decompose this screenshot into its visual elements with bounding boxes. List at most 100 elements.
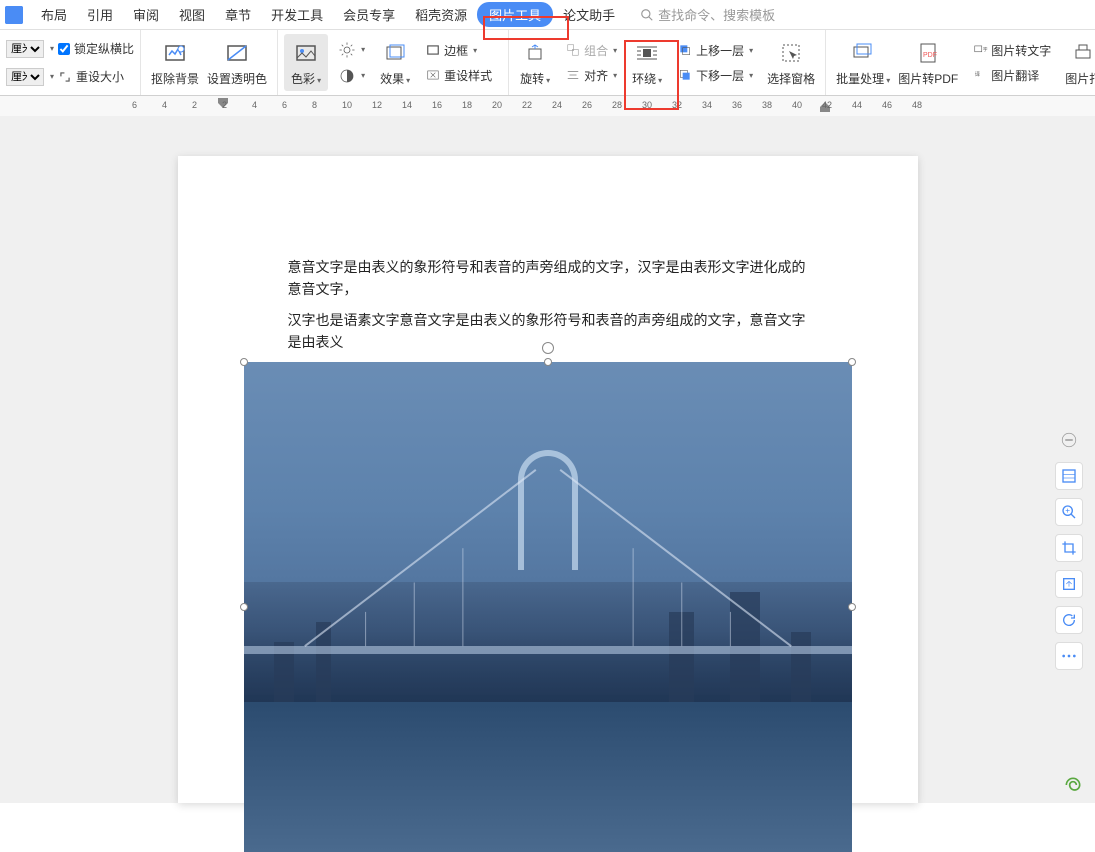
group-button[interactable]: 组合▾ [561, 40, 621, 61]
send-backward-button[interactable]: 下移一层▾ [673, 65, 757, 86]
img-to-text-button[interactable]: 字图片转文字 [968, 40, 1055, 61]
selection-pane-button[interactable]: 选择窗格 [763, 36, 819, 89]
side-crop-button[interactable] [1055, 534, 1083, 562]
print-icon [1071, 41, 1095, 65]
ruler-tick: 40 [792, 100, 802, 110]
chevron-down-icon: ▾ [749, 71, 753, 80]
align-button[interactable]: 对齐▾ [561, 65, 621, 86]
tab-bar: 布局 引用 审阅 视图 章节 开发工具 会员专享 稻壳资源 图片工具 论文助手 … [0, 0, 1095, 30]
contrast-button[interactable]: ▾ [334, 65, 369, 87]
svg-text:译: 译 [975, 70, 981, 78]
align-group-col: 组合▾ 对齐▾ [555, 40, 627, 86]
sun-icon [338, 41, 356, 59]
tab-resources[interactable]: 稻壳资源 [405, 1, 477, 28]
paragraph-line-1[interactable]: 意音文字是由表义的象形符号和表音的声旁组成的文字，汉字是由表形文字进化成的意音文… [288, 256, 808, 301]
ruler-tick: 28 [612, 100, 622, 110]
unit-select-2[interactable]: 厘米 [6, 68, 44, 86]
chevron-down-icon: ▾ [749, 46, 753, 55]
bridge-cables [244, 362, 852, 852]
tab-picture-tools[interactable]: 图片工具 [477, 2, 553, 27]
resize-handle-ml[interactable] [240, 603, 248, 611]
brightness-button[interactable]: ▾ [334, 39, 369, 61]
ruler-tick: 16 [432, 100, 442, 110]
chevron-down-icon: ▾ [361, 71, 365, 80]
ruler-tick: 32 [672, 100, 682, 110]
ruler-tick: 6 [132, 100, 137, 110]
inserted-image[interactable] [244, 362, 852, 852]
aurora-logo-icon [1063, 775, 1083, 795]
ribbon-group-process: 批量处理▾ PDF 图片转PDF 字图片转文字 译图片翻译 图片打 [826, 30, 1095, 95]
border-button[interactable]: 边框▾ [421, 40, 496, 61]
side-collapse-button[interactable] [1055, 426, 1083, 454]
tab-layout[interactable]: 布局 [31, 1, 77, 28]
ruler-tick: 42 [822, 100, 832, 110]
resize-handle-mr[interactable] [848, 603, 856, 611]
batch-process-button[interactable]: 批量处理▾ [832, 36, 894, 89]
resize-handle-tl[interactable] [240, 358, 248, 366]
ruler-tick: 30 [642, 100, 652, 110]
effects-button[interactable]: 效果▾ [375, 36, 415, 89]
remove-bg-button[interactable]: 抠除背景 [147, 36, 203, 89]
side-refresh-button[interactable] [1055, 606, 1083, 634]
color-icon [293, 41, 319, 65]
ruler-tick: 4 [162, 100, 167, 110]
tab-member[interactable]: 会员专享 [333, 1, 405, 28]
bring-forward-button[interactable]: 上移一层▾ [673, 40, 757, 61]
chevron-down-icon: ▾ [317, 76, 321, 85]
app-icon [5, 6, 23, 24]
ribbon-group-bg: 抠除背景 设置透明色 [141, 30, 278, 95]
tab-sections[interactable]: 章节 [215, 1, 261, 28]
unit-select[interactable]: 厘米 [6, 40, 44, 58]
ribbon: 厘米 ▾ 锁定纵横比 厘米 ▾ 重设大小 抠除背景 设置透明色 色彩▾ ▾ ▾ [0, 30, 1095, 96]
ruler-tick: 4 [252, 100, 257, 110]
ribbon-group-size: 厘米 ▾ 锁定纵横比 厘米 ▾ 重设大小 [0, 30, 141, 95]
img-print-button[interactable]: 图片打 [1061, 36, 1095, 89]
zoom-in-icon [1061, 504, 1077, 520]
svg-text:字: 字 [983, 46, 988, 52]
page: 意音文字是由表义的象形符号和表音的声旁组成的文字，汉字是由表形文字进化成的意音文… [178, 156, 918, 803]
image-selection[interactable] [178, 362, 918, 852]
search-icon [640, 8, 654, 22]
ruler-tick: 14 [402, 100, 412, 110]
chevron-down-icon: ▾ [613, 46, 617, 55]
ruler-tick: 20 [492, 100, 502, 110]
resize-handle-tr[interactable] [848, 358, 856, 366]
layer-col: 上移一层▾ 下移一层▾ [667, 40, 763, 86]
tab-references[interactable]: 引用 [77, 1, 123, 28]
color-button[interactable]: 色彩▾ [284, 34, 328, 91]
tab-devtools[interactable]: 开发工具 [261, 1, 333, 28]
side-zoom-button[interactable] [1055, 498, 1083, 526]
search-box[interactable]: 查找命令、搜索模板 [640, 5, 775, 24]
border-reset-col: 边框▾ 重设样式 [415, 40, 502, 86]
lock-aspect-checkbox[interactable] [58, 43, 70, 55]
side-toolbar [1055, 426, 1083, 670]
img-translate-button[interactable]: 译图片翻译 [968, 65, 1055, 86]
chevron-down-icon: ▾ [658, 76, 662, 85]
ruler-tick: 2 [192, 100, 197, 110]
ocr-icon: 字 [972, 43, 988, 57]
rotate-handle[interactable] [542, 342, 554, 354]
resize-handle-tc[interactable] [544, 358, 552, 366]
tab-review[interactable]: 审阅 [123, 1, 169, 28]
crop-icon [1061, 540, 1077, 556]
ruler-tick: 18 [462, 100, 472, 110]
tab-view[interactable]: 视图 [169, 1, 215, 28]
transparent-color-button[interactable]: 设置透明色 [203, 36, 271, 89]
side-layout-button[interactable] [1055, 462, 1083, 490]
ruler-tick: 6 [282, 100, 287, 110]
rotate-button[interactable]: 旋转▾ [515, 36, 555, 89]
chevron-down-icon: ▾ [50, 44, 54, 53]
tab-paper-assist[interactable]: 论文助手 [553, 1, 625, 28]
remove-bg-icon [162, 41, 188, 65]
contrast-icon [338, 67, 356, 85]
reset-size-icon [58, 70, 72, 84]
group-icon [565, 43, 581, 57]
refresh-icon [1061, 612, 1077, 628]
reset-style-button[interactable]: 重设样式 [421, 65, 496, 86]
wrap-button[interactable]: 环绕▾ [627, 36, 667, 89]
side-compress-button[interactable] [1055, 570, 1083, 598]
side-more-button[interactable] [1055, 642, 1083, 670]
convert-col: 字图片转文字 译图片翻译 [962, 40, 1061, 86]
ruler-tick: 48 [912, 100, 922, 110]
img-to-pdf-button[interactable]: PDF 图片转PDF [894, 36, 962, 89]
